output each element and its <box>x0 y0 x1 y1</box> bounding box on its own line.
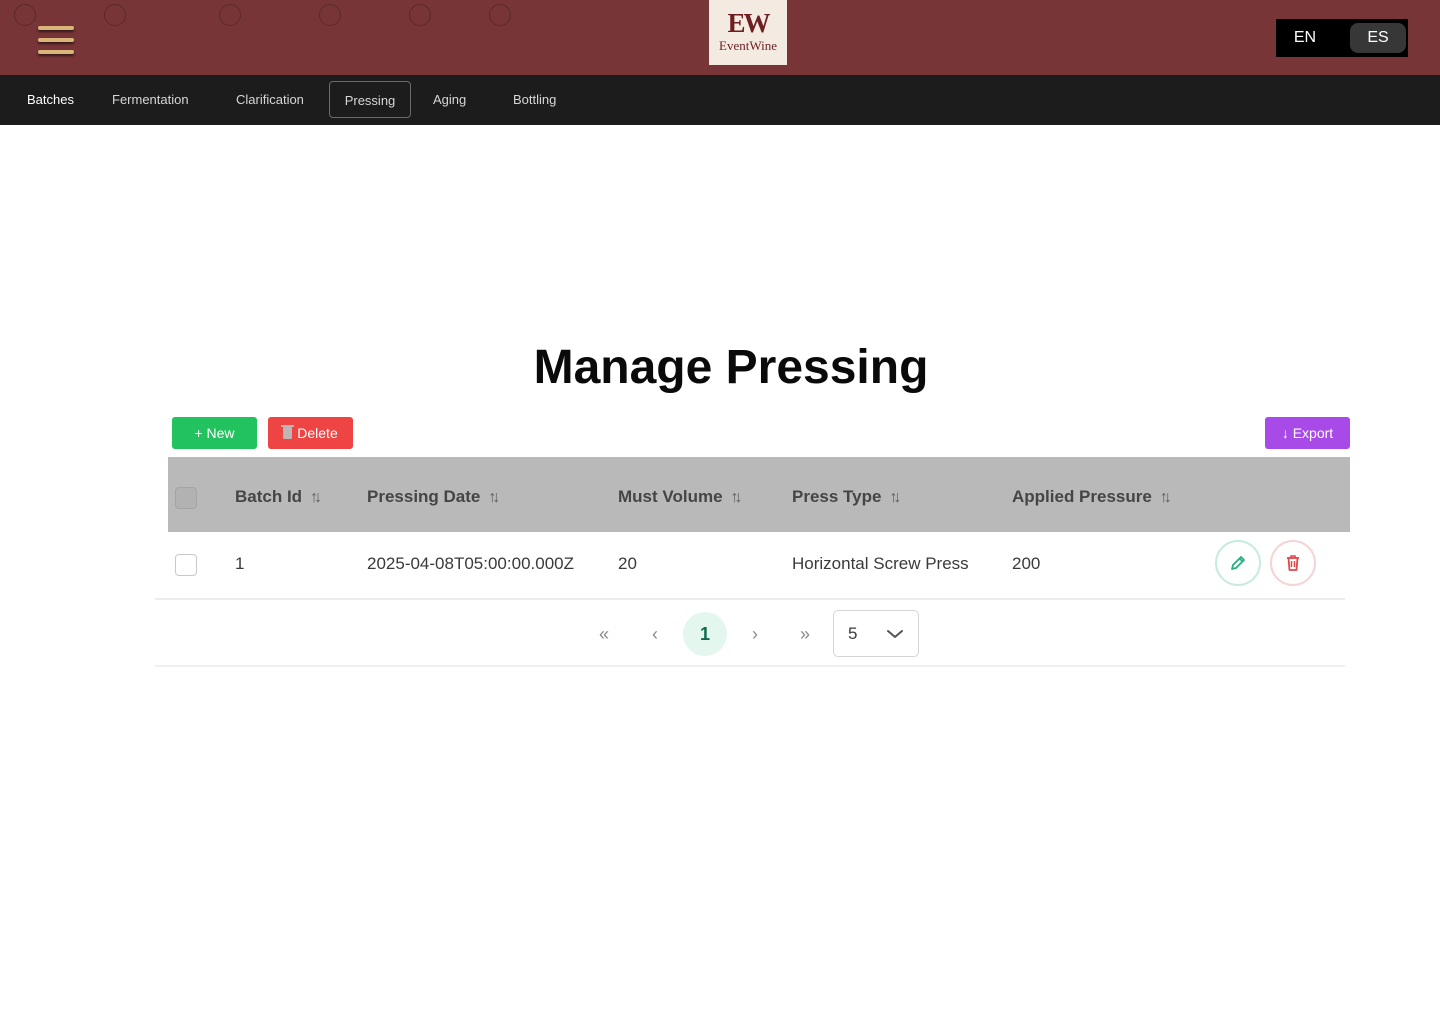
nav-item-fermentation[interactable]: Fermentation <box>112 81 189 118</box>
top-header: EW EventWine EN ES <box>0 0 1440 75</box>
column-header-batch-id[interactable]: Batch Id ↑↓ <box>235 487 322 507</box>
main-nav: Batches Fermentation Clarification Press… <box>0 75 1440 125</box>
decorative-circle <box>219 4 241 26</box>
delete-row-button[interactable] <box>1270 540 1316 586</box>
column-header-must-volume[interactable]: Must Volume ↑↓ <box>618 487 743 507</box>
new-button[interactable]: + New <box>172 417 257 449</box>
nav-item-bottling[interactable]: Bottling <box>513 81 556 118</box>
select-all-checkbox[interactable] <box>175 487 197 509</box>
decorative-circle <box>319 4 341 26</box>
sort-arrows-icon[interactable]: ↑↓ <box>310 489 322 507</box>
delete-button[interactable]: Delete <box>268 417 353 449</box>
sort-arrows-icon[interactable]: ↑↓ <box>488 489 500 507</box>
last-page-button[interactable]: » <box>783 612 827 656</box>
column-label: Batch Id <box>235 487 303 506</box>
delete-button-label: Delete <box>297 425 338 441</box>
trash-icon <box>1287 555 1299 571</box>
decorative-circle <box>409 4 431 26</box>
decorative-circle <box>104 4 126 26</box>
column-label: Press Type <box>792 487 882 506</box>
column-header-pressing-date[interactable]: Pressing Date ↑↓ <box>367 487 500 507</box>
table-header: Batch Id ↑↓ Pressing Date ↑↓ Must Volume ↑↓… <box>168 457 1350 532</box>
page-size-dropdown[interactable]: 5 <box>833 610 919 657</box>
next-page-button[interactable]: › <box>733 612 777 656</box>
table-row: 1 2025-04-08T05:00:00.000Z 20 Horizontal… <box>155 532 1345 600</box>
nav-item-pressing[interactable]: Pressing <box>329 81 411 118</box>
cell-press-type: Horizontal Screw Press <box>792 554 969 573</box>
nav-item-clarification[interactable]: Clarification <box>236 81 304 118</box>
cell-applied-pressure: 200 <box>1012 554 1041 573</box>
page-title: Manage Pressing <box>533 341 929 394</box>
edit-row-button[interactable] <box>1215 540 1261 586</box>
decorative-circle <box>14 4 36 26</box>
logo-mark: EW <box>727 8 770 38</box>
chevron-down-icon <box>887 630 903 638</box>
hamburger-icon[interactable] <box>38 24 76 58</box>
page-size-value: 5 <box>848 624 858 643</box>
app-logo[interactable]: EW EventWine <box>709 0 787 65</box>
row-checkbox[interactable] <box>175 554 197 576</box>
decorative-circle <box>489 4 511 26</box>
language-en-button[interactable]: EN <box>1280 23 1330 53</box>
sort-arrows-icon[interactable]: ↑↓ <box>889 489 901 507</box>
cell-pressing-date: 2025-04-08T05:00:00.000Z <box>367 554 574 573</box>
column-label: Pressing Date <box>367 487 481 506</box>
column-label: Must Volume <box>618 487 723 506</box>
pagination: « ‹ 1 › » 5 <box>155 600 1345 667</box>
sort-arrows-icon[interactable]: ↑↓ <box>731 489 743 507</box>
column-label: Applied Pressure <box>1012 487 1152 506</box>
cell-batch-id: 1 <box>235 554 245 573</box>
column-header-applied-pressure[interactable]: Applied Pressure ↑↓ <box>1012 487 1172 507</box>
logo-text: EventWine <box>719 38 777 53</box>
export-button[interactable]: ↓ Export <box>1265 417 1350 449</box>
pencil-icon <box>1231 556 1245 570</box>
language-es-button[interactable]: ES <box>1350 23 1406 53</box>
sort-arrows-icon[interactable]: ↑↓ <box>1160 489 1172 507</box>
nav-item-batches[interactable]: Batches <box>27 81 74 118</box>
trash-icon <box>281 425 295 439</box>
nav-item-aging[interactable]: Aging <box>433 81 466 118</box>
language-switcher: EN ES <box>1276 19 1408 57</box>
column-header-press-type[interactable]: Press Type ↑↓ <box>792 487 901 507</box>
cell-must-volume: 20 <box>618 554 637 573</box>
page-1-button[interactable]: 1 <box>683 612 727 656</box>
prev-page-button[interactable]: ‹ <box>633 612 677 656</box>
first-page-button[interactable]: « <box>582 612 626 656</box>
